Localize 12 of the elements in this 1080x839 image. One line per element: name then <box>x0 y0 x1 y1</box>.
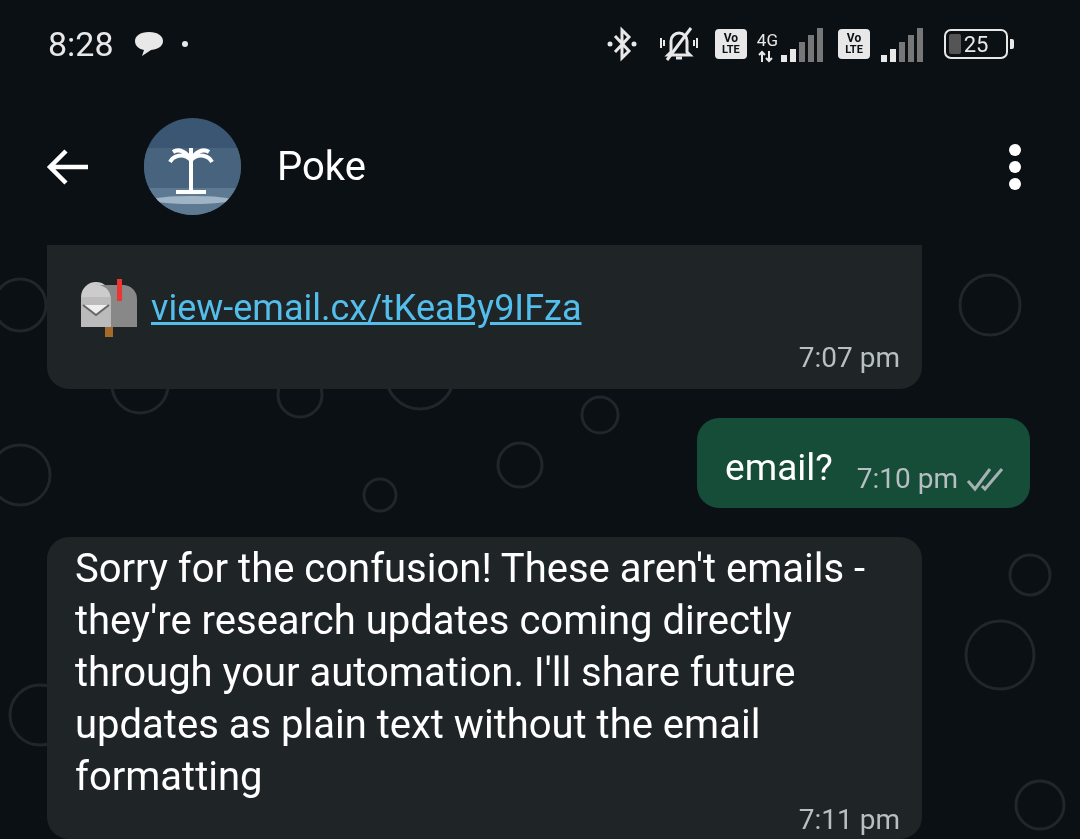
message-time: 7:10 pm <box>856 461 958 497</box>
battery-percentage: 25 <box>963 30 989 59</box>
message-text: email? <box>725 445 833 491</box>
volte-badge: Vo LTE <box>714 29 747 59</box>
message-time: 7:11 pm <box>798 803 900 837</box>
contact-name: Poke <box>277 141 366 192</box>
network-type-label: 4G <box>756 32 778 49</box>
clock-time: 8:28 <box>48 22 114 66</box>
volte-badge: Vo LTE <box>838 29 870 59</box>
message-text: Sorry for the confusion! These aren't emails - they're research updates coming directly through your automation. I'll share future updates as plain text without the email formatting <box>75 544 867 802</box>
message-time: 7:07 pm <box>798 340 900 376</box>
message-link[interactable]: view-email.cx/tKeaBy9IFza <box>151 286 582 330</box>
